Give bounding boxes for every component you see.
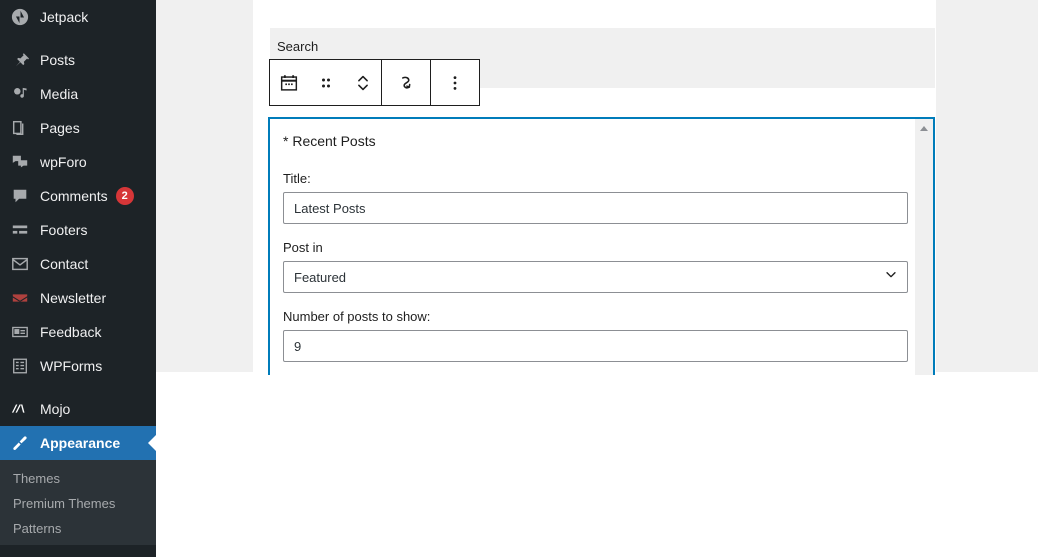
- envelope-icon: [10, 254, 30, 274]
- forum-icon: [10, 152, 30, 172]
- widget-form: * Recent Posts Title: Post in Featured N…: [270, 119, 915, 375]
- footers-icon: [10, 220, 30, 240]
- field-post-in: Post in Featured: [283, 240, 915, 293]
- sidebar-separator: [0, 34, 156, 43]
- sidebar-item-label: Jetpack: [40, 9, 89, 25]
- field-number-of-posts: Number of posts to show:: [283, 309, 915, 362]
- sidebar-item-label: Appearance: [40, 435, 121, 451]
- pin-icon: [10, 50, 30, 70]
- widget-panel-title: * Recent Posts: [283, 133, 376, 149]
- appearance-brush-icon: [10, 433, 30, 453]
- number-of-posts-input[interactable]: [283, 330, 908, 362]
- scroll-up-arrow-icon[interactable]: [915, 122, 933, 136]
- newsletter-icon: [10, 288, 30, 308]
- sidebar-item-label: Posts: [40, 52, 76, 68]
- drag-handle-icon[interactable]: [307, 60, 344, 105]
- sidebar-item-label: Newsletter: [40, 290, 107, 306]
- transform-icon[interactable]: [382, 60, 430, 105]
- post-in-field-label: Post in: [283, 240, 323, 255]
- sidebar-item-media[interactable]: Media: [0, 77, 156, 111]
- sidebar-item-appearance[interactable]: Appearance: [0, 426, 156, 460]
- submenu-item-themes[interactable]: Themes: [0, 466, 156, 491]
- sidebar-item-comments[interactable]: Comments 2: [0, 179, 156, 213]
- mojo-icon: [10, 399, 30, 419]
- sidebar-item-label: Contact: [40, 256, 89, 272]
- search-block-label: Search: [277, 39, 319, 54]
- comments-count-badge: 2: [115, 187, 134, 205]
- block-toolbar-group-options: [431, 60, 479, 105]
- sidebar-item-pages[interactable]: Pages: [0, 111, 156, 145]
- block-toolbar: [269, 59, 480, 106]
- canvas-right-gutter: [936, 0, 1038, 372]
- sidebar-item-label: Comments: [40, 188, 108, 204]
- sidebar-item-label: Media: [40, 86, 79, 102]
- jetpack-icon: [10, 7, 30, 27]
- block-toolbar-group-transform: [382, 60, 431, 105]
- sidebar-item-footers[interactable]: Footers: [0, 213, 156, 247]
- canvas-left-gutter: [156, 0, 253, 372]
- widget-panel-scrollbar[interactable]: [915, 119, 933, 375]
- appearance-submenu: Themes Premium Themes Patterns: [0, 460, 156, 545]
- sidebar-item-label: Feedback: [40, 324, 102, 340]
- sidebar-item-label: Mojo: [40, 401, 71, 417]
- media-icon: [10, 84, 30, 104]
- sidebar-item-feedback[interactable]: Feedback: [0, 315, 156, 349]
- admin-sidebar: Jetpack Posts Media Pages wpForo Comment…: [0, 0, 156, 557]
- more-options-icon[interactable]: [431, 60, 479, 105]
- sidebar-item-mojo[interactable]: Mojo: [0, 392, 156, 426]
- sidebar-item-newsletter[interactable]: Newsletter: [0, 281, 156, 315]
- submenu-item-patterns[interactable]: Patterns: [0, 516, 156, 541]
- sidebar-item-wpforms[interactable]: WPForms: [0, 349, 156, 383]
- field-title: Title:: [283, 171, 915, 224]
- wordpress-admin-screen: Jetpack Posts Media Pages wpForo Comment…: [0, 0, 1038, 557]
- number-of-posts-field-label: Number of posts to show:: [283, 309, 431, 324]
- post-in-select[interactable]: Featured: [283, 261, 908, 293]
- sidebar-item-wpforo[interactable]: wpForo: [0, 145, 156, 179]
- sidebar-item-label: wpForo: [40, 154, 87, 170]
- pages-icon: [10, 118, 30, 138]
- block-type-calendar-icon[interactable]: [270, 60, 307, 105]
- feedback-icon: [10, 322, 30, 342]
- post-in-select-wrap: Featured: [283, 261, 908, 293]
- sidebar-item-label: Footers: [40, 222, 88, 238]
- move-up-down-icon[interactable]: [344, 60, 381, 105]
- sidebar-item-jetpack[interactable]: Jetpack: [0, 0, 156, 34]
- sidebar-item-posts[interactable]: Posts: [0, 43, 156, 77]
- sidebar-item-contact[interactable]: Contact: [0, 247, 156, 281]
- comment-icon: [10, 186, 30, 206]
- title-input[interactable]: [283, 192, 908, 224]
- submenu-item-premium-themes[interactable]: Premium Themes: [0, 491, 156, 516]
- sidebar-item-label: Pages: [40, 120, 80, 136]
- block-toolbar-group-primary: [270, 60, 382, 105]
- recent-posts-widget-panel: * Recent Posts Title: Post in Featured N…: [268, 117, 935, 375]
- sidebar-item-label: WPForms: [40, 358, 103, 374]
- title-field-label: Title:: [283, 171, 311, 186]
- sidebar-separator: [0, 383, 156, 392]
- wpforms-icon: [10, 356, 30, 376]
